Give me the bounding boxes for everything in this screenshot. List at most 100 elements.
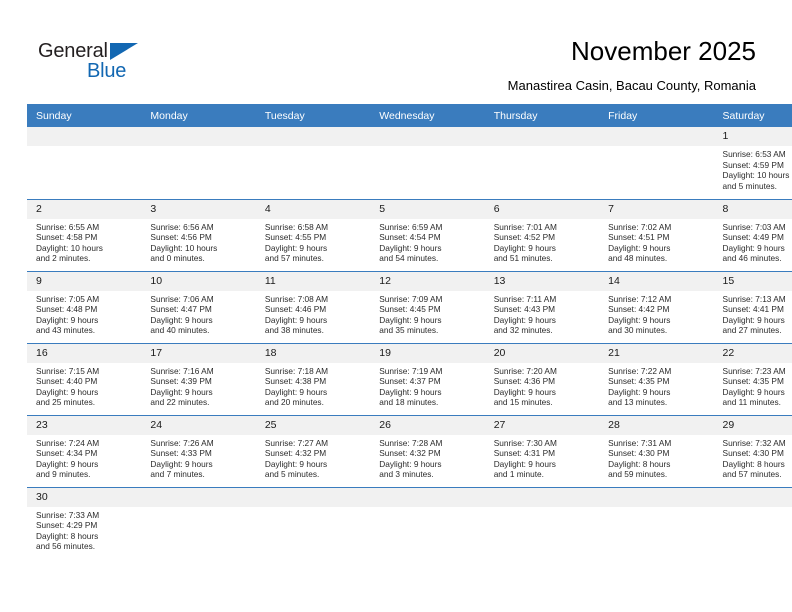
calendar-day-cell[interactable]: 18 Sunrise: 7:18 AM Sunset: 4:38 PM Dayligh…: [255, 342, 371, 415]
calendar-day-cell[interactable]: 26 Sunrise: 7:28 AM Sunset: 4:32 PM Dayligh…: [370, 414, 485, 487]
calendar-day-cell[interactable]: 21 Sunrise: 7:22 AM Sunset: 4:35 PM Dayligh…: [599, 342, 714, 415]
detail-sunrise-line: Sunrise: 7:27 AM: [264, 437, 329, 448]
calendar-day-cell[interactable]: 10 Sunrise: 7:06 AM Sunset: 4:47 PM Dayligh…: [141, 270, 256, 343]
detail-daylight-line: Daylight: 9 hours: [150, 386, 213, 397]
detail-sunset-line: Sunset: 4:29 PM: [36, 520, 98, 531]
calendar-day-cell[interactable]: 5 Sunrise: 6:59 AM Sunset: 4:54 PM Daylight…: [370, 198, 485, 271]
detail-sunset-line: Sunset: 4:52 PM: [493, 232, 556, 243]
day-details: Sunrise: 7:16 AM Sunset: 4:39 PM Daylight:…: [141, 363, 255, 408]
detail-daylight-line: Daylight: 9 hours: [493, 458, 556, 469]
detail-sunrise-line: Sunrise: 7:24 AM: [36, 437, 100, 448]
day-number: 19: [370, 343, 485, 363]
calendar-day-cell-empty: [141, 486, 256, 559]
day-details: Sunrise: 7:20 AM Sunset: 4:36 PM Daylight:…: [485, 363, 599, 408]
calendar-day-cell[interactable]: 29 Sunrise: 7:32 AM Sunset: 4:30 PM Dayligh…: [713, 414, 792, 487]
detail-daylight-line: and 5 minutes.: [264, 469, 320, 480]
day-number: [599, 487, 714, 507]
detail-daylight-line: Daylight: 9 hours: [493, 242, 556, 253]
day-number: 24: [141, 415, 256, 435]
day-details: Sunrise: 7:08 AM Sunset: 4:46 PM Daylight:…: [256, 291, 370, 336]
detail-sunset-line: Sunset: 4:31 PM: [493, 448, 556, 459]
calendar-day-cell-empty: [484, 486, 600, 559]
detail-sunset-line: Sunset: 4:38 PM: [264, 376, 327, 387]
detail-sunrise-line: Sunrise: 7:22 AM: [608, 365, 672, 376]
day-details: Sunrise: 7:02 AM Sunset: 4:51 PM Daylight:…: [599, 219, 713, 264]
calendar-day-cell[interactable]: 7 Sunrise: 7:02 AM Sunset: 4:51 PM Daylight…: [599, 198, 714, 271]
detail-sunset-line: Sunset: 4:33 PM: [150, 448, 212, 459]
calendar-day-cell[interactable]: 27 Sunrise: 7:30 AM Sunset: 4:31 PM Dayligh…: [484, 414, 600, 487]
calendar-day-cell[interactable]: 9 Sunrise: 7:05 AM Sunset: 4:48 PM Daylight…: [27, 270, 142, 343]
calendar-day-cell[interactable]: 1 Sunrise: 6:53 AM Sunset: 4:59 PM Daylight…: [713, 127, 792, 199]
calendar-day-cell[interactable]: 15 Sunrise: 7:13 AM Sunset: 4:41 PM Dayligh…: [713, 270, 792, 343]
day-number: 5: [370, 199, 485, 219]
day-number: 1: [713, 127, 792, 146]
calendar-day-cell[interactable]: 17 Sunrise: 7:16 AM Sunset: 4:39 PM Dayligh…: [141, 342, 256, 415]
calendar-day-cell[interactable]: 8 Sunrise: 7:03 AM Sunset: 4:49 PM Daylight…: [713, 198, 792, 271]
detail-daylight-line: and 43 minutes.: [36, 325, 96, 336]
day-number: [255, 127, 371, 146]
detail-sunrise-line: Sunrise: 7:15 AM: [36, 365, 100, 376]
calendar-day-cell[interactable]: 3 Sunrise: 6:56 AM Sunset: 4:56 PM Daylight…: [141, 198, 256, 271]
weekday-header-thursday: Thursday: [484, 104, 600, 127]
day-details: Sunrise: 6:55 AM Sunset: 4:58 PM Daylight:…: [27, 219, 141, 264]
detail-sunset-line: Sunset: 4:47 PM: [150, 304, 212, 315]
calendar-day-cell[interactable]: 25 Sunrise: 7:27 AM Sunset: 4:32 PM Dayligh…: [255, 414, 371, 487]
detail-sunset-line: Sunset: 4:55 PM: [264, 232, 327, 243]
calendar-day-cell[interactable]: 13 Sunrise: 7:11 AM Sunset: 4:43 PM Dayligh…: [484, 270, 600, 343]
calendar-day-cell[interactable]: 20 Sunrise: 7:20 AM Sunset: 4:36 PM Dayligh…: [484, 342, 600, 415]
detail-sunset-line: Sunset: 4:39 PM: [150, 376, 212, 387]
day-number: 10: [141, 271, 256, 291]
day-number: 15: [713, 271, 792, 291]
day-number: 26: [370, 415, 485, 435]
logo-text-general: General: [38, 40, 108, 62]
detail-daylight-line: Daylight: 9 hours: [150, 314, 213, 325]
calendar-day-cell[interactable]: 12 Sunrise: 7:09 AM Sunset: 4:45 PM Dayligh…: [370, 270, 485, 343]
detail-sunset-line: Sunset: 4:34 PM: [36, 448, 98, 459]
day-details: Sunrise: 6:56 AM Sunset: 4:56 PM Daylight:…: [141, 219, 255, 264]
calendar-day-cell[interactable]: 11 Sunrise: 7:08 AM Sunset: 4:46 PM Dayligh…: [255, 270, 371, 343]
day-number: [599, 127, 714, 146]
detail-sunrise-line: Sunrise: 7:11 AM: [493, 293, 557, 304]
detail-sunrise-line: Sunrise: 7:33 AM: [36, 509, 100, 520]
detail-sunrise-line: Sunrise: 7:18 AM: [264, 365, 329, 376]
detail-daylight-line: Daylight: 9 hours: [608, 386, 671, 397]
calendar-day-cell-empty: [255, 127, 371, 199]
day-details: Sunrise: 7:01 AM Sunset: 4:52 PM Daylight:…: [485, 219, 599, 264]
detail-daylight-line: and 11 minutes.: [722, 397, 781, 408]
detail-sunrise-line: Sunrise: 7:30 AM: [493, 437, 557, 448]
calendar-day-cell[interactable]: 2 Sunrise: 6:55 AM Sunset: 4:58 PM Daylight…: [27, 198, 142, 271]
general-blue-logo[interactable]: General Blue: [38, 41, 168, 87]
day-number: 20: [484, 343, 600, 363]
detail-daylight-line: and 54 minutes.: [379, 253, 439, 264]
detail-sunrise-line: Sunrise: 7:08 AM: [264, 293, 329, 304]
detail-daylight-line: and 9 minutes.: [36, 469, 91, 480]
day-details: Sunrise: 7:24 AM Sunset: 4:34 PM Daylight:…: [27, 435, 141, 480]
calendar-day-cell[interactable]: 28 Sunrise: 7:31 AM Sunset: 4:30 PM Dayligh…: [599, 414, 714, 487]
day-details: Sunrise: 7:31 AM Sunset: 4:30 PM Daylight:…: [599, 435, 713, 480]
calendar-day-cell[interactable]: 14 Sunrise: 7:12 AM Sunset: 4:42 PM Dayligh…: [599, 270, 714, 343]
day-number: [27, 127, 142, 146]
calendar-day-cell[interactable]: 19 Sunrise: 7:19 AM Sunset: 4:37 PM Dayligh…: [370, 342, 485, 415]
calendar-day-cell[interactable]: 4 Sunrise: 6:58 AM Sunset: 4:55 PM Daylight…: [255, 198, 371, 271]
day-details: Sunrise: 7:27 AM Sunset: 4:32 PM Daylight:…: [256, 435, 370, 480]
detail-daylight-line: Daylight: 9 hours: [379, 314, 442, 325]
detail-daylight-line: and 5 minutes.: [722, 180, 777, 191]
detail-daylight-line: Daylight: 9 hours: [150, 458, 213, 469]
detail-sunrise-line: Sunrise: 6:58 AM: [264, 221, 329, 232]
day-details: Sunrise: 7:06 AM Sunset: 4:47 PM Daylight:…: [141, 291, 255, 336]
detail-sunrise-line: Sunrise: 7:23 AM: [722, 365, 786, 376]
calendar-day-cell-empty: [27, 127, 142, 199]
calendar-day-cell[interactable]: 23 Sunrise: 7:24 AM Sunset: 4:34 PM Dayligh…: [27, 414, 142, 487]
calendar-day-cell[interactable]: 22 Sunrise: 7:23 AM Sunset: 4:35 PM Dayligh…: [713, 342, 792, 415]
detail-daylight-line: and 56 minutes.: [36, 541, 96, 552]
day-details: Sunrise: 7:09 AM Sunset: 4:45 PM Daylight:…: [370, 291, 484, 336]
detail-daylight-line: and 57 minutes.: [722, 469, 782, 480]
day-details: Sunrise: 7:33 AM Sunset: 4:29 PM Daylight:…: [27, 507, 141, 552]
detail-daylight-line: Daylight: 9 hours: [722, 314, 785, 325]
day-number: 28: [599, 415, 714, 435]
calendar-day-cell[interactable]: 30 Sunrise: 7:33 AM Sunset: 4:29 PM Dayligh…: [27, 486, 142, 559]
day-details: Sunrise: 7:11 AM Sunset: 4:43 PM Daylight:…: [485, 291, 599, 336]
calendar-day-cell[interactable]: 6 Sunrise: 7:01 AM Sunset: 4:52 PM Daylight…: [484, 198, 600, 271]
calendar-day-cell[interactable]: 16 Sunrise: 7:15 AM Sunset: 4:40 PM Dayligh…: [27, 342, 142, 415]
calendar-day-cell[interactable]: 24 Sunrise: 7:26 AM Sunset: 4:33 PM Dayligh…: [141, 414, 256, 487]
